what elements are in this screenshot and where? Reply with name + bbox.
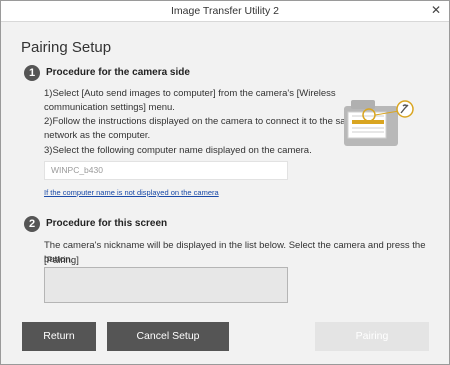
computer-name-help-link[interactable]: If the computer name is not displayed on… xyxy=(44,188,219,197)
cancel-setup-button[interactable]: Cancel Setup xyxy=(107,322,229,351)
step-1-instruction-3: 3)Select the following computer name dis… xyxy=(44,145,312,156)
step-1-heading: Procedure for the camera side xyxy=(46,67,190,78)
page-title: Pairing Setup xyxy=(21,39,112,56)
title-bar: Image Transfer Utility 2 ✕ xyxy=(1,1,449,22)
camera-wireless-icon xyxy=(344,100,414,146)
pairing-button[interactable]: Pairing xyxy=(315,322,429,351)
computer-name-field: WINPC_b430 xyxy=(44,161,288,180)
step-1-instruction-2b: network as the computer. xyxy=(44,130,151,141)
step-2-heading: Procedure for this screen xyxy=(46,218,168,229)
close-icon[interactable]: ✕ xyxy=(431,3,441,17)
step-2-description-a: The camera's nickname will be displayed … xyxy=(44,240,426,266)
step-1-instruction-2a: 2)Follow the instructions displayed on t… xyxy=(44,116,359,127)
return-button[interactable]: Return xyxy=(22,322,96,351)
camera-list[interactable] xyxy=(44,267,288,303)
step-1-instruction-1a: 1)Select [Auto send images to computer] … xyxy=(44,88,336,99)
main-content: Pairing Setup 1 Procedure for the camera… xyxy=(1,22,449,364)
step-1-badge: 1 xyxy=(24,65,40,81)
app-window: Image Transfer Utility 2 ✕ Pairing Setup… xyxy=(0,0,450,365)
step-2-badge: 2 xyxy=(24,216,40,232)
step-2-description-b: button. xyxy=(44,254,74,265)
window-title: Image Transfer Utility 2 xyxy=(171,5,279,17)
step-1-instruction-1b: communication settings] menu. xyxy=(44,102,175,113)
